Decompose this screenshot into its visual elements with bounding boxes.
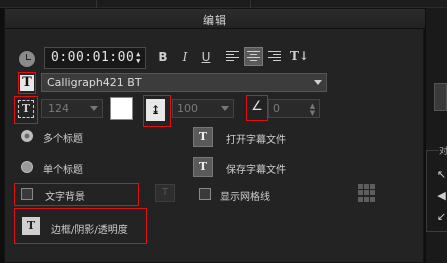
align-center-icon — [247, 51, 260, 63]
text-background-settings-icon[interactable]: T — [155, 184, 175, 202]
timecode-value: 0:00:01:00 — [51, 50, 135, 65]
duration-timecode-input[interactable]: 0:00:01:00 ▲ ▼ — [44, 47, 146, 69]
line-spacing-select[interactable]: 100 — [172, 99, 234, 118]
chevron-down-icon — [90, 106, 98, 111]
font-size-select[interactable]: 124 — [41, 99, 103, 118]
show-grid-label: 显示网格线 — [220, 192, 270, 203]
alignment-group-label: 对 — [439, 144, 447, 157]
font-select[interactable]: Calligraph421 BT — [41, 73, 327, 92]
arrow-up-left-icon[interactable]: ↖ — [435, 168, 447, 181]
border-shadow-opacity-icon[interactable]: T — [22, 217, 40, 235]
single-title-label: 单个标题 — [43, 165, 83, 176]
font-size-icon: T — [18, 100, 34, 118]
bold-button[interactable]: B — [156, 49, 170, 65]
chevron-down-icon — [221, 106, 229, 111]
font-selected-value: Calligraph421 BT — [47, 76, 142, 89]
multi-title-radio[interactable] — [21, 130, 33, 142]
text-background-label: 文字背景 — [45, 192, 85, 203]
chevron-down-icon — [314, 80, 322, 85]
show-grid-checkbox[interactable] — [199, 188, 211, 200]
save-subtitle-icon[interactable]: T — [193, 157, 213, 177]
grid-settings-icon[interactable] — [358, 184, 376, 202]
top-strip-divider — [250, 0, 251, 8]
line-spacing-value: 100 — [177, 102, 198, 115]
angle-stepper[interactable]: ▲ ▼ — [308, 103, 317, 117]
italic-button[interactable]: I — [178, 49, 192, 65]
angle-input[interactable]: 0 ▲ ▼ — [268, 99, 320, 118]
font-color-swatch[interactable] — [110, 97, 133, 120]
font-size-value: 124 — [48, 102, 69, 115]
angle-icon: ∠ — [251, 99, 263, 114]
font-icon: T — [20, 75, 34, 91]
right-column: 对 ↖ ◀ ↙ — [426, 8, 447, 263]
save-subtitle-label[interactable]: 保存字幕文件 — [226, 161, 286, 176]
text-direction-icon[interactable]: T↓ — [290, 49, 309, 65]
single-title-radio[interactable] — [21, 161, 33, 173]
alignment-group: 对 ↖ ◀ ↙ — [426, 144, 447, 232]
top-strip-divider — [96, 0, 97, 8]
panel-title: 编辑 — [203, 14, 227, 27]
align-right-icon[interactable] — [268, 51, 281, 63]
multi-title-label: 多个标题 — [43, 134, 83, 145]
angle-value: 0 — [273, 102, 280, 115]
underline-button[interactable]: U — [199, 49, 213, 65]
timecode-stepper[interactable]: ▲ ▼ — [134, 51, 143, 65]
border-shadow-opacity-label[interactable]: 边框/阴影/透明度 — [51, 221, 128, 236]
line-spacing-icon: ↨ — [146, 99, 165, 121]
open-subtitle-label[interactable]: 打开字幕文件 — [226, 131, 286, 146]
align-left-icon[interactable] — [226, 51, 239, 63]
open-subtitle-icon[interactable]: T — [193, 127, 213, 147]
arrow-left-icon[interactable]: ◀ — [435, 189, 447, 202]
panel-header: 编辑 — [5, 9, 425, 29]
clock-icon — [19, 51, 35, 67]
right-tab[interactable] — [434, 83, 447, 111]
text-background-checkbox[interactable] — [21, 188, 33, 200]
arrow-down-left-icon[interactable]: ↙ — [435, 210, 447, 223]
top-strip — [0, 0, 447, 8]
